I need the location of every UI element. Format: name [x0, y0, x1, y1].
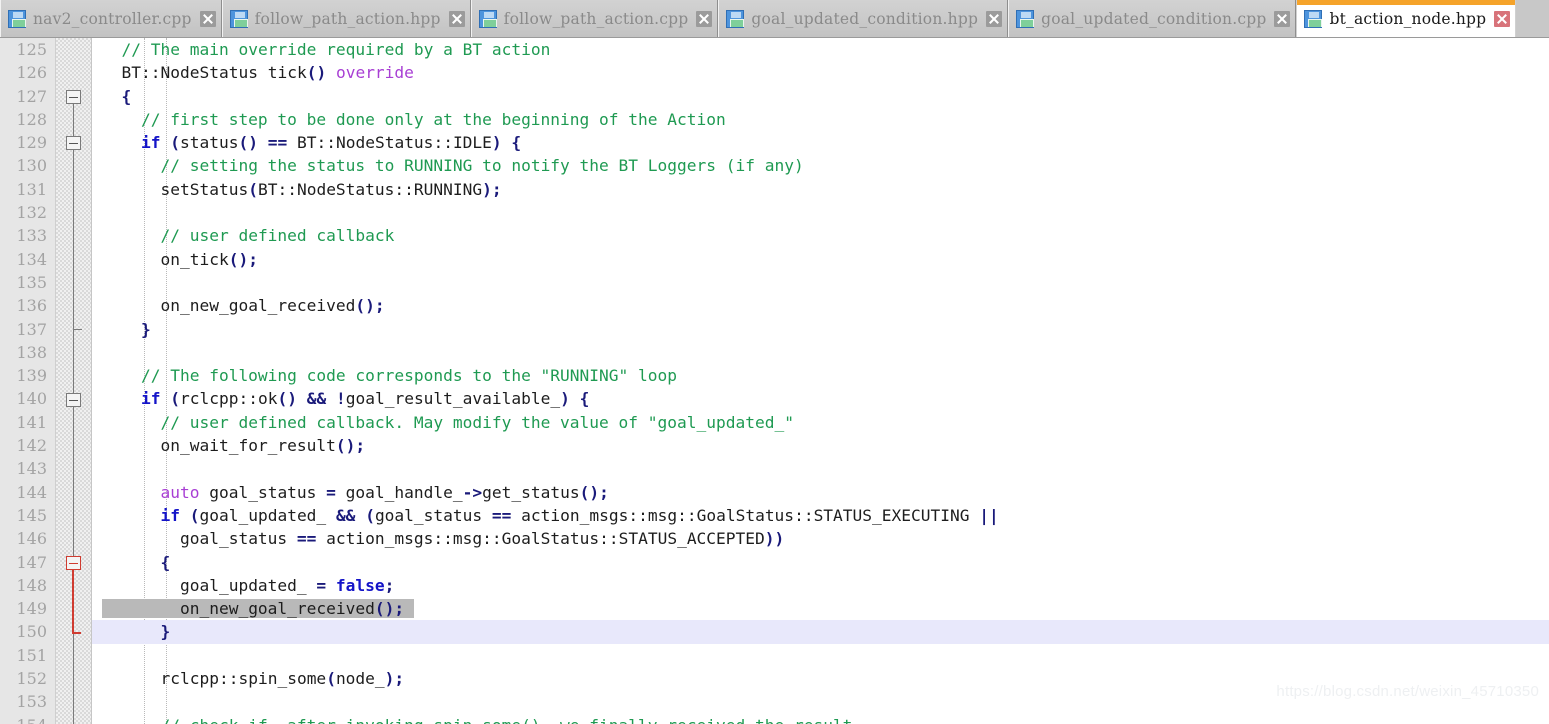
close-icon[interactable]	[199, 10, 216, 27]
editor-tab-goal-updated-condition-hpp[interactable]: goal_updated_condition.hpp	[718, 0, 1009, 37]
line-number: 153	[16, 692, 47, 712]
editor-tab-bt-action-node-hpp[interactable]: bt_action_node.hpp	[1296, 0, 1517, 37]
editor-tab-label: nav2_controller.cpp	[33, 9, 192, 28]
line-number: 148	[16, 575, 47, 595]
editor-tab-label: follow_path_action.hpp	[254, 9, 441, 28]
floppy-save-icon	[229, 9, 248, 28]
code-line[interactable]	[92, 644, 1549, 667]
code-line[interactable]	[92, 201, 1549, 224]
code-line[interactable]: goal_updated_ = false;	[92, 574, 1549, 597]
line-number: 151	[16, 645, 47, 665]
line-number: 146	[16, 529, 47, 549]
code-folding-gutter[interactable]	[56, 38, 92, 724]
code-line[interactable]: if (status() == BT::NodeStatus::IDLE) {	[92, 131, 1549, 154]
code-line[interactable]: on_new_goal_received();	[92, 597, 1549, 620]
code-text-area[interactable]: // The main override required by a BT ac…	[92, 38, 1549, 724]
line-number: 136	[16, 296, 47, 316]
code-line[interactable]: auto goal_status = goal_handle_->get_sta…	[92, 481, 1549, 504]
editor-tab-nav2-controller-cpp[interactable]: nav2_controller.cpp	[0, 0, 222, 37]
line-number: 145	[16, 505, 47, 525]
editor-tab-bar: nav2_controller.cpp follow_path_action.hp…	[0, 0, 1549, 38]
close-icon[interactable]	[1274, 10, 1291, 27]
watermark-text: https://blog.csdn.net/weixin_45710350	[1276, 683, 1539, 700]
floppy-save-icon	[726, 9, 745, 28]
code-line[interactable]: on_new_goal_received();	[92, 294, 1549, 317]
code-line[interactable]	[92, 271, 1549, 294]
line-number-gutter: 125 126 127 128 129 130 131 132 133 134 135 136 137 1…	[0, 38, 56, 724]
fold-toggle-icon[interactable]	[66, 392, 81, 407]
code-line[interactable]	[92, 457, 1549, 480]
code-line[interactable]: // The following code corresponds to the…	[92, 364, 1549, 387]
code-editor-window: nav2_controller.cpp follow_path_action.hp…	[0, 0, 1549, 724]
code-line[interactable]: // The main override required by a BT ac…	[92, 38, 1549, 61]
close-icon[interactable]	[1494, 10, 1511, 27]
code-line[interactable]: setStatus(BT::NodeStatus::RUNNING);	[92, 178, 1549, 201]
line-number: 128	[16, 109, 47, 129]
code-line[interactable]: // user defined callback. May modify the…	[92, 411, 1549, 434]
line-number: 137	[16, 319, 47, 339]
editor-tab-label: bt_action_node.hpp	[1329, 9, 1487, 28]
editor-tab-follow-path-action-hpp[interactable]: follow_path_action.hpp	[221, 0, 471, 37]
line-number: 139	[16, 366, 47, 386]
line-number: 125	[16, 40, 47, 59]
code-line[interactable]: }	[92, 620, 1549, 644]
line-number: 154	[0, 714, 55, 724]
line-number: 149	[16, 599, 47, 619]
code-line[interactable]: if (rclcpp::ok() && !goal_result_availab…	[92, 387, 1549, 410]
code-line[interactable]: // setting the status to RUNNING to noti…	[92, 154, 1549, 177]
close-icon[interactable]	[986, 10, 1003, 27]
code-line[interactable]: // check if, after invoking spin_some(),…	[92, 714, 1549, 724]
fold-toggle-icon[interactable]	[66, 89, 81, 104]
line-number: 127	[16, 86, 47, 106]
line-number: 126	[16, 63, 47, 83]
editor-tab-goal-updated-condition-cpp[interactable]: goal_updated_condition.cpp	[1008, 0, 1297, 37]
close-icon[interactable]	[696, 10, 713, 27]
line-number: 133	[16, 226, 47, 246]
line-number: 138	[16, 342, 47, 362]
line-number: 142	[16, 436, 47, 456]
line-number: 144	[16, 482, 47, 502]
line-number: 130	[16, 156, 47, 176]
code-line[interactable]: }	[92, 318, 1549, 341]
line-number: 150	[16, 622, 47, 642]
code-line[interactable]: BT::NodeStatus tick() override	[92, 61, 1549, 84]
code-line[interactable]: if (goal_updated_ && (goal_status == act…	[92, 504, 1549, 527]
selected-code-span[interactable]: on_new_goal_received();	[102, 599, 414, 619]
editor-tab-label: goal_updated_condition.cpp	[1041, 9, 1267, 28]
line-number: 134	[16, 249, 47, 269]
line-number: 143	[16, 459, 47, 479]
editor-tab-follow-path-action-cpp[interactable]: follow_path_action.cpp	[470, 0, 719, 37]
line-number: 141	[16, 412, 47, 432]
editor-tab-label: goal_updated_condition.hpp	[751, 9, 979, 28]
close-icon[interactable]	[448, 10, 465, 27]
line-number: 140	[16, 389, 47, 409]
code-line[interactable]: on_wait_for_result();	[92, 434, 1549, 457]
code-line[interactable]	[92, 341, 1549, 364]
line-number: 152	[16, 669, 47, 689]
editor-pane[interactable]: 125 126 127 128 129 130 131 132 133 134 135 136 137 1…	[0, 38, 1549, 724]
code-line[interactable]: // first step to be done only at the beg…	[92, 108, 1549, 131]
fold-toggle-icon[interactable]	[66, 136, 81, 151]
floppy-save-icon	[1016, 9, 1035, 28]
fold-toggle-icon[interactable]	[66, 555, 81, 570]
line-number: 129	[16, 133, 47, 153]
line-number: 135	[16, 272, 47, 292]
code-line[interactable]: on_tick();	[92, 248, 1549, 271]
code-line[interactable]: {	[92, 551, 1549, 574]
line-number: 131	[16, 179, 47, 199]
floppy-save-icon	[8, 9, 26, 28]
code-line[interactable]: // user defined callback	[92, 224, 1549, 247]
code-line[interactable]: goal_status == action_msgs::msg::GoalSta…	[92, 527, 1549, 550]
floppy-save-icon	[478, 9, 497, 28]
editor-tab-label: follow_path_action.cpp	[503, 9, 689, 28]
line-number: 147	[16, 552, 47, 572]
line-number: 132	[16, 203, 47, 223]
code-line[interactable]: {	[92, 85, 1549, 108]
floppy-save-icon	[1304, 9, 1323, 28]
